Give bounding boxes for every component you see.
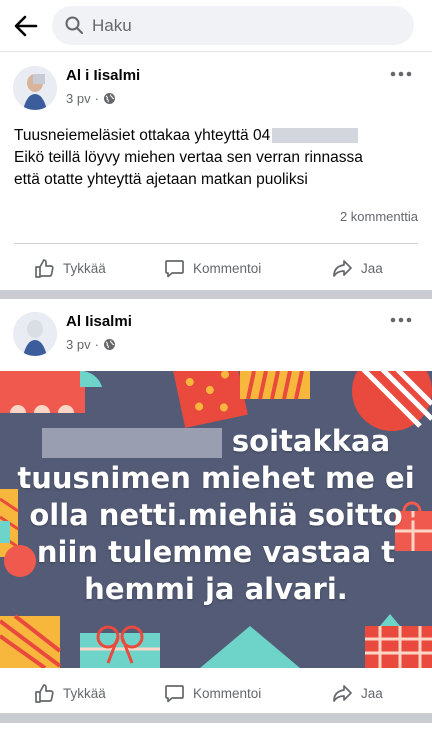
back-arrow-icon[interactable] — [12, 12, 40, 40]
post-author[interactable]: Al Iisalmi — [66, 313, 132, 330]
avatar-image — [13, 312, 57, 356]
post-text-line: että otatte yhteyttä ajetaan matkan puol… — [14, 171, 308, 188]
post-meta: 3 pv · — [66, 337, 116, 352]
share-icon — [333, 684, 352, 702]
post-text-line: Eikö teillä löyvy miehen vertaa sen verr… — [14, 149, 363, 166]
more-icon[interactable] — [390, 69, 412, 79]
post-separator — [0, 290, 432, 299]
comment-icon — [165, 259, 184, 277]
image-text-line: hemmi ja alvari. — [84, 572, 348, 606]
image-text: soitakkaa tuusnimen miehet me ei olla ne… — [0, 423, 432, 608]
more-icon[interactable] — [390, 315, 412, 325]
comment-icon — [165, 684, 184, 702]
share-label: Jaa — [361, 685, 383, 701]
avatar-image — [13, 66, 57, 110]
post-author[interactable]: Al i Iisalmi — [66, 67, 140, 84]
globe-icon — [103, 339, 115, 350]
share-icon — [333, 259, 352, 277]
redacted-number — [41, 428, 222, 458]
post-actions: Tykkää Kommentoi Jaa — [0, 671, 432, 715]
post-actions: Tykkää Kommentoi Jaa — [0, 246, 432, 290]
comment-button[interactable]: Kommentoi — [164, 246, 261, 290]
post-meta: 3 pv · — [66, 91, 116, 106]
share-label: Jaa — [361, 260, 383, 276]
image-text-line: soitakkaa — [231, 424, 391, 458]
share-button[interactable]: Jaa — [332, 246, 383, 290]
post-text: Tuusneiemeläsiet ottakaa yhteyttä 04 Eik… — [14, 125, 419, 191]
comment-label: Kommentoi — [193, 685, 262, 701]
next-post-peek — [0, 723, 432, 741]
post: Al i Iisalmi 3 pv · Tuusneiemeläsiet ott… — [0, 53, 432, 290]
like-label: Tykkää — [63, 260, 106, 276]
search-box[interactable] — [52, 6, 414, 45]
globe-icon — [103, 93, 115, 104]
avatar[interactable] — [13, 312, 57, 356]
image-text-line: niin tulemme vastaa t — [36, 535, 396, 569]
post-image[interactable]: soitakkaa tuusnimen miehet me ei olla ne… — [0, 371, 432, 668]
like-icon — [35, 258, 54, 278]
redacted-number — [272, 128, 359, 144]
share-button[interactable]: Jaa — [332, 671, 383, 715]
image-text-line: tuusnimen miehet me ei — [17, 461, 415, 495]
like-button[interactable]: Tykkää — [34, 671, 106, 715]
image-text-line: olla netti.miehiä soitto — [29, 498, 403, 532]
post: Al Iisalmi 3 pv · soitakkaa tuusnimen mi… — [0, 299, 432, 713]
like-button[interactable]: Tykkää — [34, 246, 106, 290]
divider — [14, 243, 418, 244]
post-text-line: Tuusneiemeläsiet ottakaa yhteyttä 04 — [14, 127, 271, 144]
search-icon — [65, 16, 83, 34]
like-label: Tykkää — [63, 685, 106, 701]
top-bar — [0, 0, 432, 52]
post-time[interactable]: 3 pv — [66, 337, 91, 352]
post-time[interactable]: 3 pv — [66, 91, 91, 106]
avatar[interactable] — [13, 66, 57, 110]
like-icon — [35, 683, 54, 703]
comment-label: Kommentoi — [193, 260, 262, 276]
comment-button[interactable]: Kommentoi — [164, 671, 261, 715]
search-input[interactable] — [92, 6, 392, 45]
post-separator — [0, 713, 432, 723]
comment-count[interactable]: 2 kommenttia — [340, 209, 418, 224]
